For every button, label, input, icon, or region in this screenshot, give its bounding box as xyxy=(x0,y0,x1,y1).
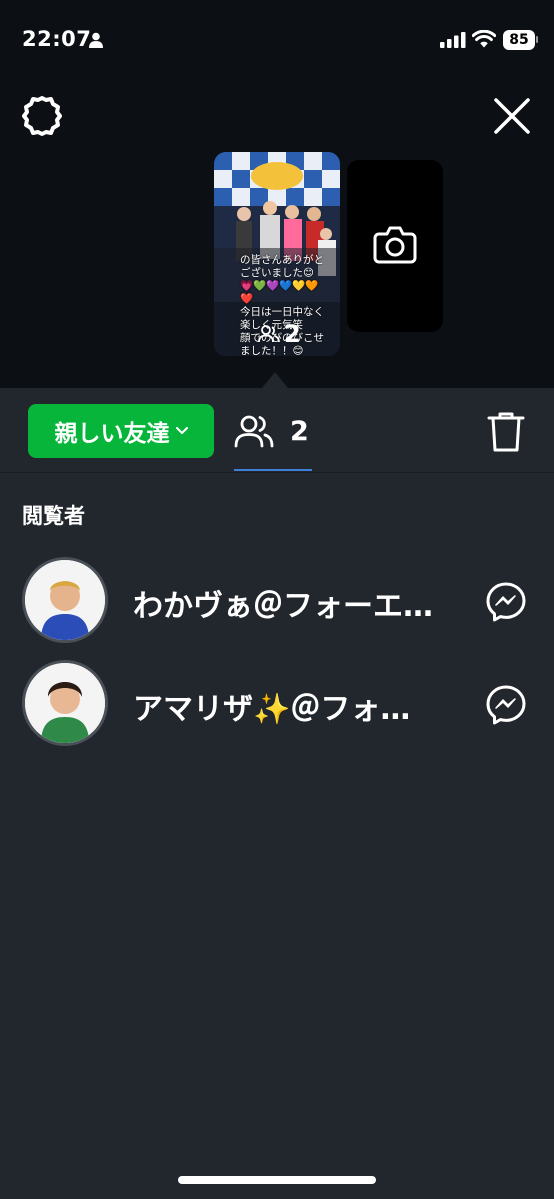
thumbnail-viewers: 2 xyxy=(258,320,301,348)
camera-icon xyxy=(373,226,417,264)
tab-viewers[interactable]: 2 xyxy=(234,400,312,472)
signal-icon xyxy=(440,32,466,48)
audience-selector-button[interactable]: 親しい友達 xyxy=(28,404,214,458)
close-icon[interactable] xyxy=(490,94,534,138)
new-story-camera-card[interactable] xyxy=(347,160,443,332)
status-time: 22:07 xyxy=(22,27,92,51)
viewer-row[interactable]: わかヴぁ＠フォーエ… xyxy=(0,557,554,649)
viewer-count: 2 xyxy=(290,416,309,447)
thumbnail-viewer-count: 2 xyxy=(284,320,301,348)
avatar-photo xyxy=(25,663,105,743)
battery-tip xyxy=(536,36,538,43)
person-icon xyxy=(89,32,103,48)
viewer-name: アマリザ✨＠フォ… xyxy=(133,692,411,727)
trash-icon[interactable] xyxy=(486,410,526,454)
wifi-icon xyxy=(472,30,496,48)
avatar[interactable] xyxy=(22,557,108,643)
status-bar: 22:07 85 xyxy=(0,0,554,80)
audience-label: 親しい友達 xyxy=(54,421,170,447)
settings-gear-icon[interactable] xyxy=(20,94,64,138)
battery-indicator: 85 xyxy=(503,30,535,50)
messenger-icon[interactable] xyxy=(485,684,527,726)
avatar-photo xyxy=(25,560,105,640)
sheet-toolbar: 親しい友達 2 xyxy=(0,388,554,473)
viewer-name: わかヴぁ＠フォーエ… xyxy=(133,589,433,624)
avatar[interactable] xyxy=(22,660,108,746)
sheet-pointer xyxy=(262,372,288,388)
viewers-icon xyxy=(234,415,274,448)
viewers-icon xyxy=(258,325,280,343)
messenger-icon[interactable] xyxy=(485,581,527,623)
viewer-row[interactable]: アマリザ✨＠フォ… xyxy=(0,660,554,752)
tab-active-underline xyxy=(234,469,312,471)
chevron-down-icon xyxy=(175,427,188,434)
viewers-section-title: 閲覧者 xyxy=(22,504,85,528)
home-indicator[interactable] xyxy=(178,1176,376,1184)
story-thumbnail[interactable]: の皆さんありがと ございました😊 💗💚💜💙💛🧡❤️ 今日は一日中なく楽しく元気笑… xyxy=(214,152,340,356)
